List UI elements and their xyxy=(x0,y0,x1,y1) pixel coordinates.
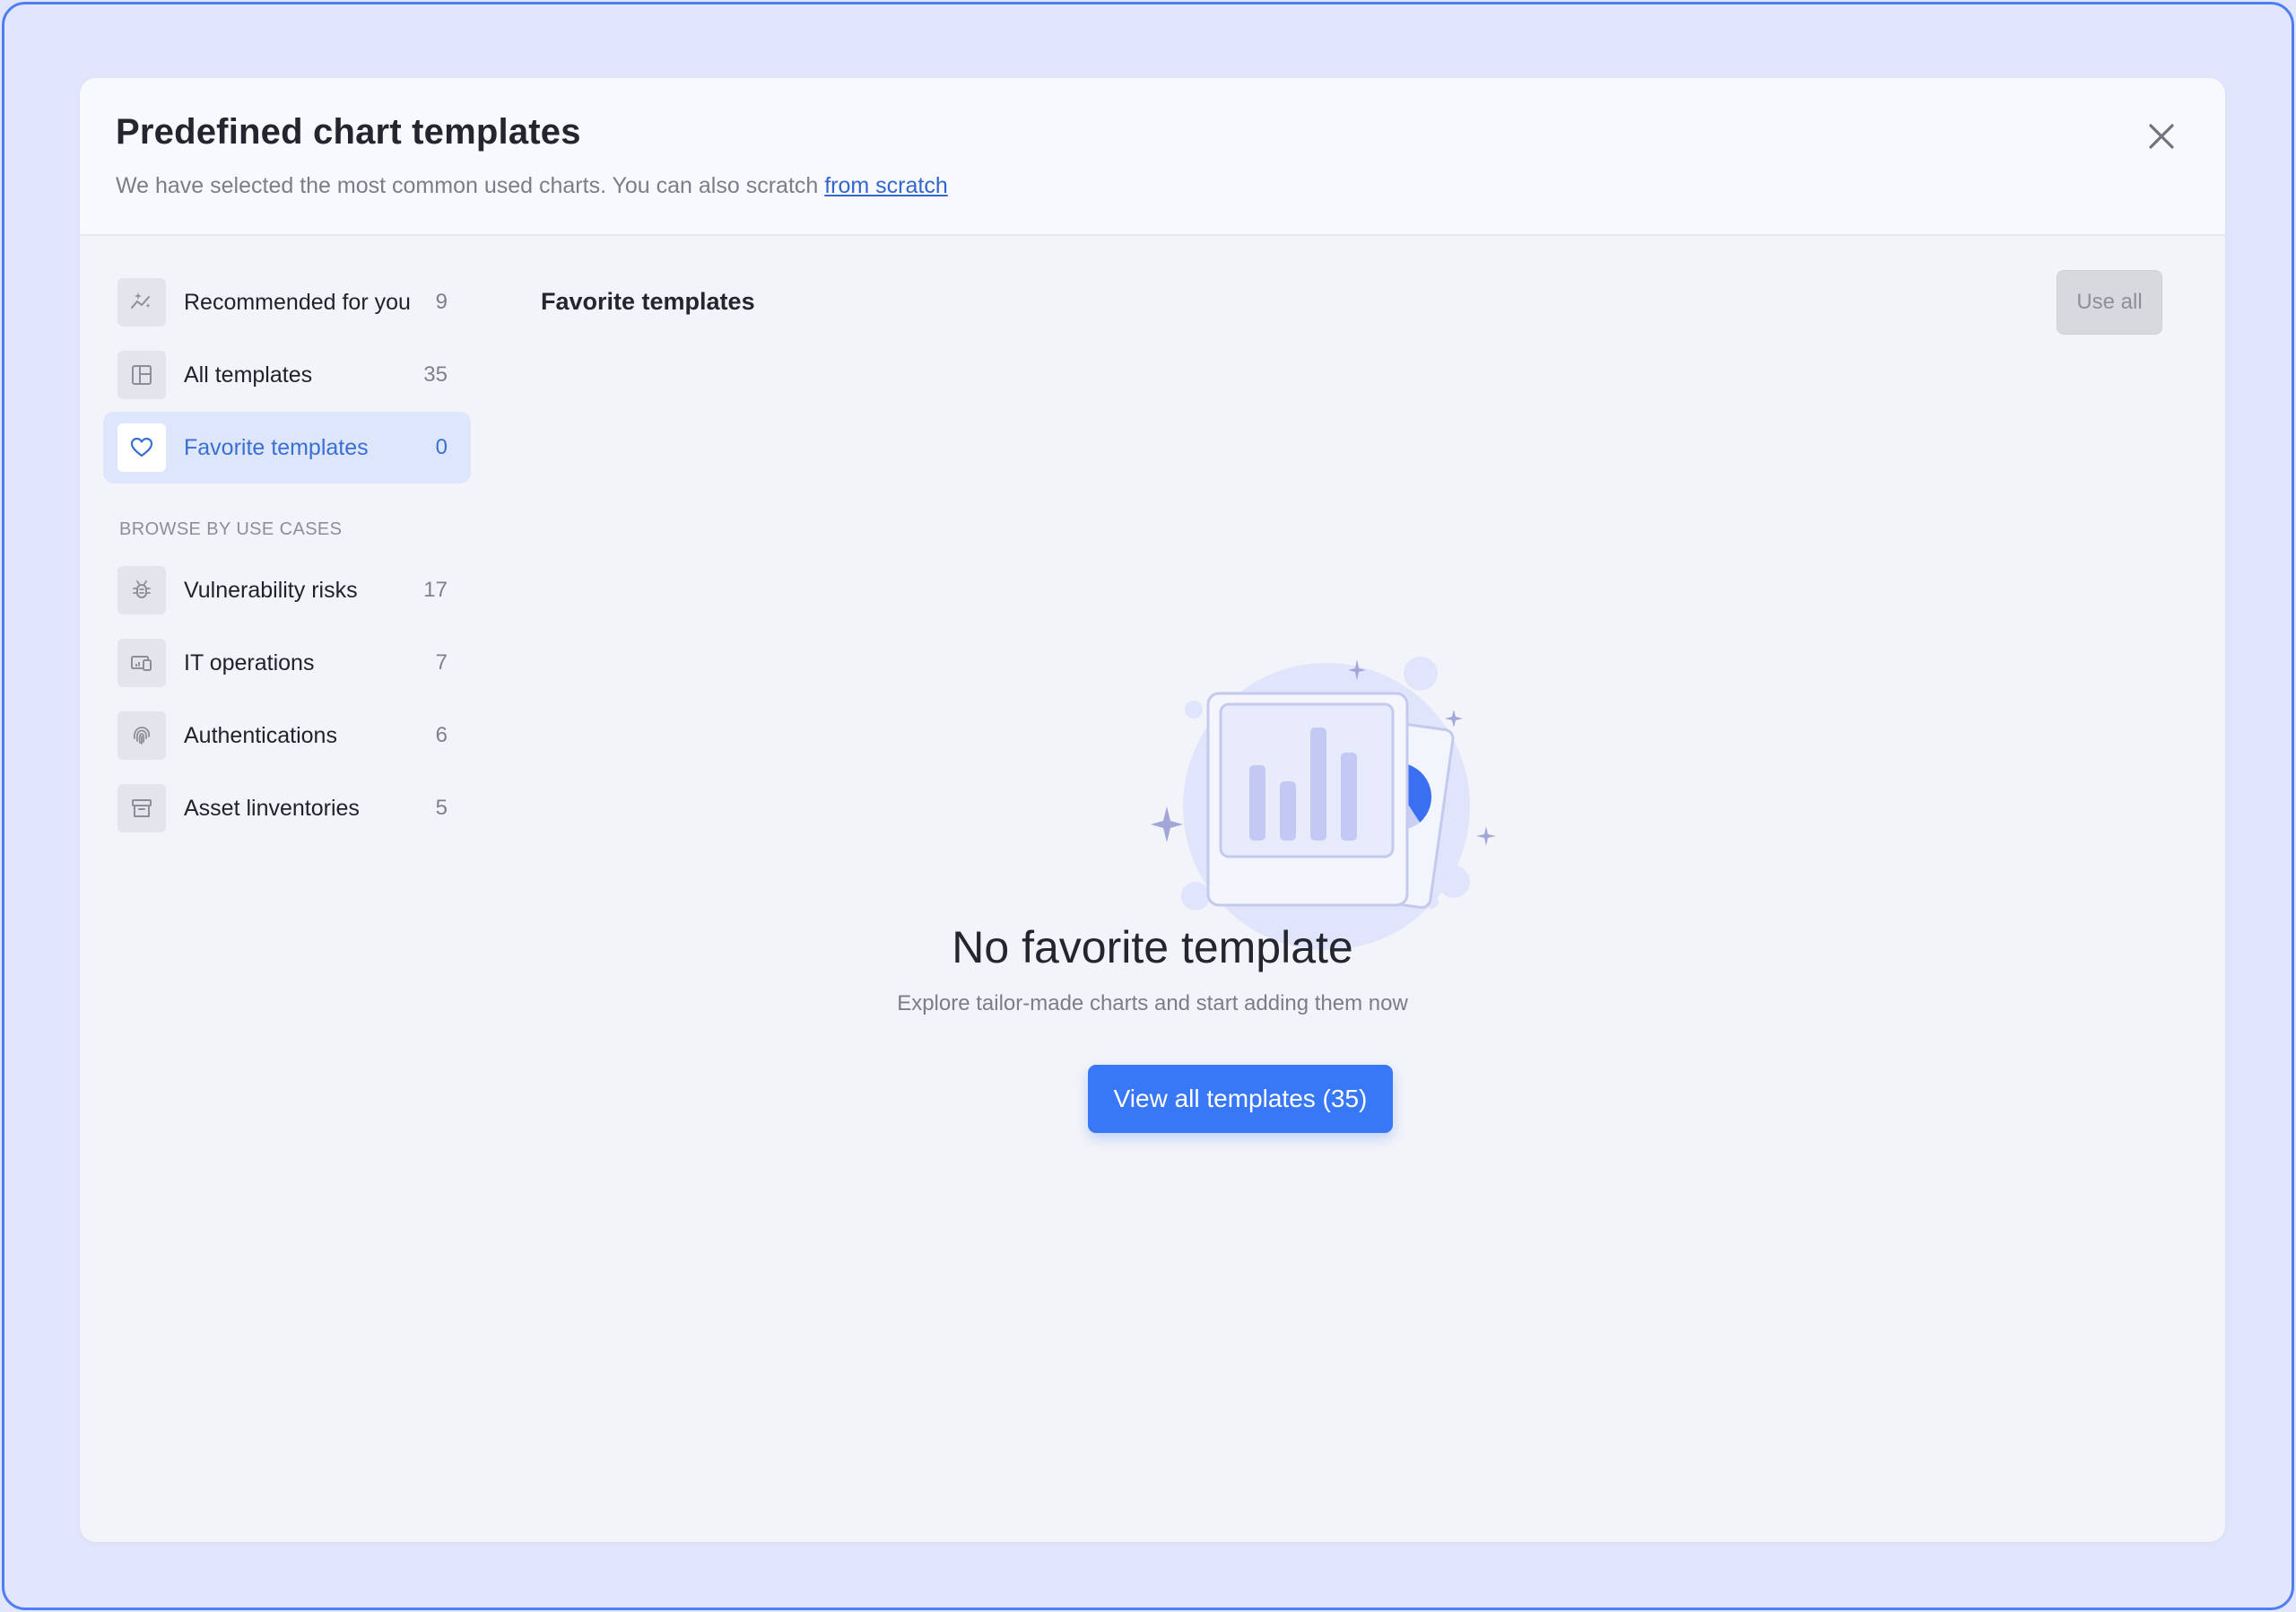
sidebar-item-label: Favorite templates xyxy=(184,434,369,460)
empty-state-title: No favorite template xyxy=(952,922,1353,972)
sparkle-chart-icon xyxy=(117,278,166,327)
modal-title: Predefined chart templates xyxy=(116,112,581,152)
from-scratch-link[interactable]: from scratch xyxy=(824,173,948,198)
modal-subtitle-text: We have selected the most common used ch… xyxy=(116,173,825,198)
sidebar-item-count: 7 xyxy=(435,650,448,675)
sidebar-item-favorite-templates[interactable]: Favorite templates 0 xyxy=(103,412,471,484)
view-all-templates-button[interactable]: View all templates (35) xyxy=(1088,1065,1393,1133)
sidebar-item-count: 17 xyxy=(423,578,448,602)
modal-header: Predefined chart templates We have selec… xyxy=(80,78,2225,236)
use-all-button[interactable]: Use all xyxy=(2057,270,2162,335)
sidebar: Recommended for you 9 All templates 35 F… xyxy=(103,266,471,845)
fingerprint-icon xyxy=(117,711,166,760)
window-frame: Predefined chart templates We have selec… xyxy=(2,2,2294,1610)
sidebar-item-count: 35 xyxy=(423,362,448,387)
bug-icon xyxy=(117,566,166,614)
sidebar-item-label: Authentications xyxy=(184,722,337,748)
empty-state-illustration xyxy=(1129,652,1506,957)
sidebar-item-it-operations[interactable]: IT operations 7 xyxy=(103,627,471,699)
sidebar-item-recommended[interactable]: Recommended for you 9 xyxy=(103,266,471,338)
devices-icon xyxy=(117,639,166,687)
sidebar-item-label: Recommended for you xyxy=(184,289,411,315)
close-icon xyxy=(2149,124,2174,149)
sidebar-item-asset-inventories[interactable]: Asset linventories 5 xyxy=(103,772,471,844)
sidebar-item-all-templates[interactable]: All templates 35 xyxy=(103,339,471,411)
sidebar-item-label: All templates xyxy=(184,362,313,388)
section-heading: BROWSE BY USE CASES xyxy=(119,519,343,539)
sidebar-item-label: Vulnerability risks xyxy=(184,577,358,603)
empty-state-description: Explore tailor-made charts and start add… xyxy=(897,991,1408,1015)
heart-icon xyxy=(117,423,166,472)
sidebar-item-label: Asset linventories xyxy=(184,795,360,821)
sidebar-item-count: 0 xyxy=(435,435,448,459)
sidebar-item-label: IT operations xyxy=(184,649,315,675)
sidebar-item-vulnerability-risks[interactable]: Vulnerability risks 17 xyxy=(103,554,471,626)
close-button[interactable] xyxy=(2141,116,2182,157)
content-title: Favorite templates xyxy=(541,288,755,315)
modal-subtitle: We have selected the most common used ch… xyxy=(116,173,948,199)
sidebar-item-authentications[interactable]: Authentications 6 xyxy=(103,700,471,771)
templates-modal: Predefined chart templates We have selec… xyxy=(80,78,2225,1542)
sidebar-item-count: 5 xyxy=(435,796,448,820)
layout-icon xyxy=(117,351,166,399)
sidebar-item-count: 6 xyxy=(435,723,448,747)
sidebar-item-count: 9 xyxy=(435,290,448,314)
archive-icon xyxy=(117,784,166,832)
